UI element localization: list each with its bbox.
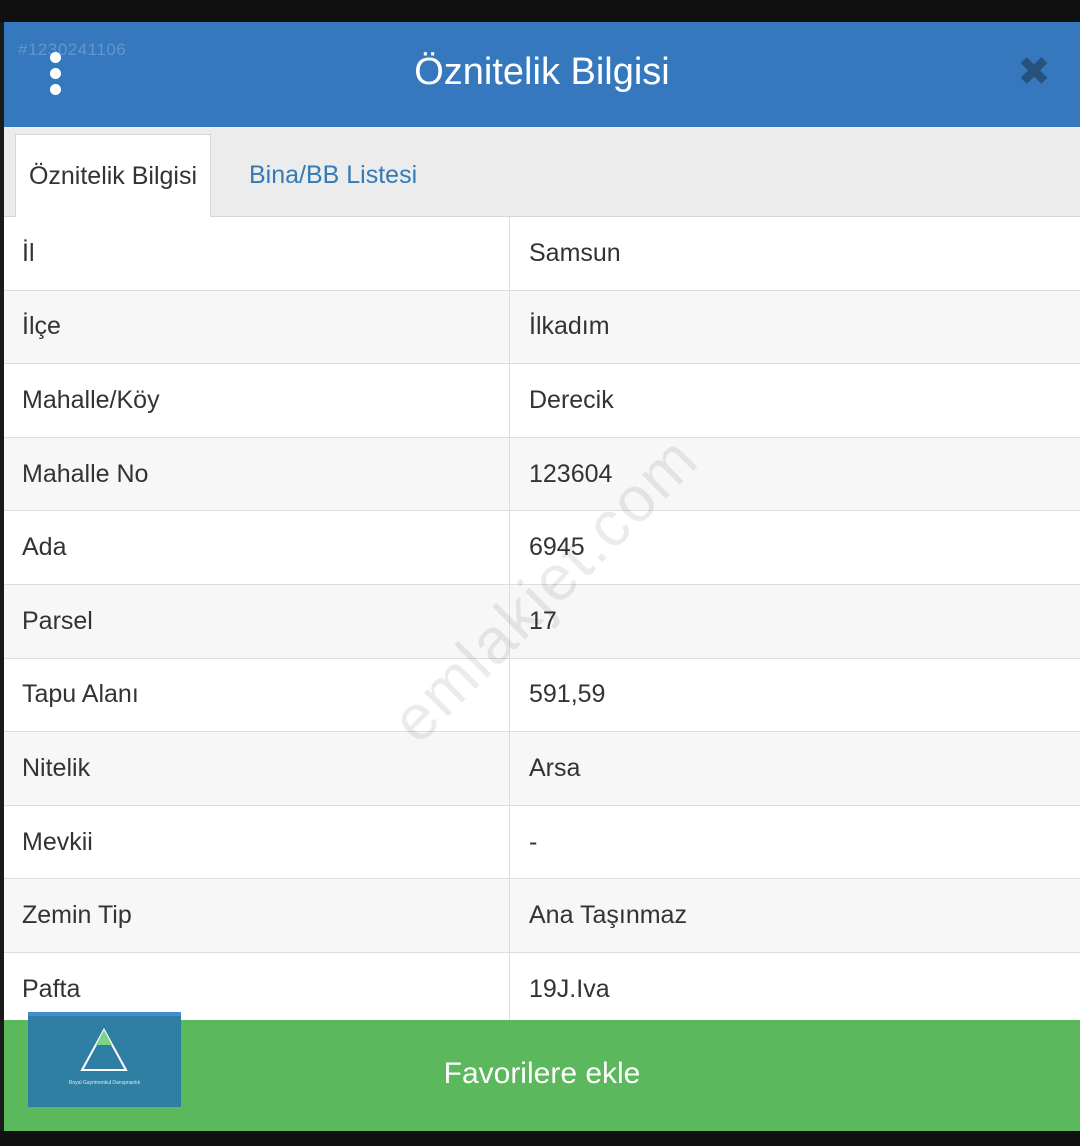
attribute-value: 17 xyxy=(529,606,557,635)
column-divider xyxy=(509,732,510,805)
agency-logo-caption: Royal Gayrimenkul Danışmanlık xyxy=(68,1080,141,1086)
column-divider xyxy=(509,217,510,290)
column-divider xyxy=(509,952,510,1026)
attribute-key: Ada xyxy=(22,533,67,562)
table-row: Parsel 17 xyxy=(4,584,1080,659)
tab-building-list[interactable]: Bina/BB Listesi xyxy=(231,134,435,216)
attribute-value: - xyxy=(529,827,538,856)
attribute-value: 591,59 xyxy=(529,680,606,709)
attribute-key: Mahalle No xyxy=(22,459,149,488)
attribute-value: Samsun xyxy=(529,238,621,267)
table-row: Nitelik Arsa xyxy=(4,732,1080,806)
column-divider xyxy=(509,437,510,511)
column-divider xyxy=(509,584,510,658)
column-divider xyxy=(509,805,510,879)
triangle-logo-icon xyxy=(80,1027,128,1071)
attribute-key: Mahalle/Köy xyxy=(22,385,160,414)
add-favorite-button[interactable]: Favorilere ekle Royal Gayrimenkul Danışm… xyxy=(4,1012,1080,1131)
table-row: İlçe İlkadım xyxy=(4,290,1080,365)
agency-logo: Royal Gayrimenkul Danışmanlık xyxy=(28,1012,181,1107)
attribute-key: İl xyxy=(22,238,35,267)
attribute-key: Mevkii xyxy=(22,827,93,856)
attribute-value: 6945 xyxy=(529,533,585,562)
table-row: İl Samsun xyxy=(4,217,1080,291)
attribute-key: İlçe xyxy=(22,312,61,341)
table-row: Ada 6945 xyxy=(4,511,1080,585)
column-divider xyxy=(509,290,510,364)
table-row: Mahalle No 123604 xyxy=(4,437,1080,512)
tab-attribute-info[interactable]: Öznitelik Bilgisi xyxy=(15,134,211,218)
attribute-key: Zemin Tip xyxy=(22,901,132,930)
table-row: Mahalle/Köy Derecik xyxy=(4,364,1080,438)
device-bottom-strip xyxy=(0,1131,1080,1146)
tab-bar: Öznitelik Bilgisi Bina/BB Listesi xyxy=(4,127,1080,218)
attribute-key: Nitelik xyxy=(22,753,91,782)
table-row: Mevkii - xyxy=(4,805,1080,880)
attribute-value: İlkadım xyxy=(529,312,610,341)
attribute-dialog: #1230241106 Öznitelik Bilgisi ✖ Özniteli… xyxy=(4,22,1080,1131)
attribute-key: Parsel xyxy=(22,606,93,635)
attribute-value: Arsa xyxy=(529,753,581,782)
column-divider xyxy=(509,364,510,437)
close-icon[interactable]: ✖ xyxy=(1014,52,1054,92)
attribute-value: Derecik xyxy=(529,385,614,414)
attribute-value: Ana Taşınmaz xyxy=(529,901,687,930)
dialog-title: Öznitelik Bilgisi xyxy=(414,51,670,93)
device-top-strip xyxy=(0,0,1080,22)
dialog-header: #1230241106 Öznitelik Bilgisi ✖ xyxy=(4,22,1080,127)
column-divider xyxy=(509,658,510,732)
table-row: Tapu Alanı 591,59 xyxy=(4,658,1080,733)
table-row: Zemin Tip Ana Taşınmaz xyxy=(4,879,1080,953)
column-divider xyxy=(509,879,510,952)
attribute-value: 123604 xyxy=(529,459,613,488)
column-divider xyxy=(509,511,510,584)
attribute-key: Tapu Alanı xyxy=(22,680,139,709)
attribute-value: 19J.Iva xyxy=(529,974,610,1003)
attribute-table: İl Samsun İlçe İlkadım Mahalle/Köy Derec… xyxy=(4,217,1080,1027)
